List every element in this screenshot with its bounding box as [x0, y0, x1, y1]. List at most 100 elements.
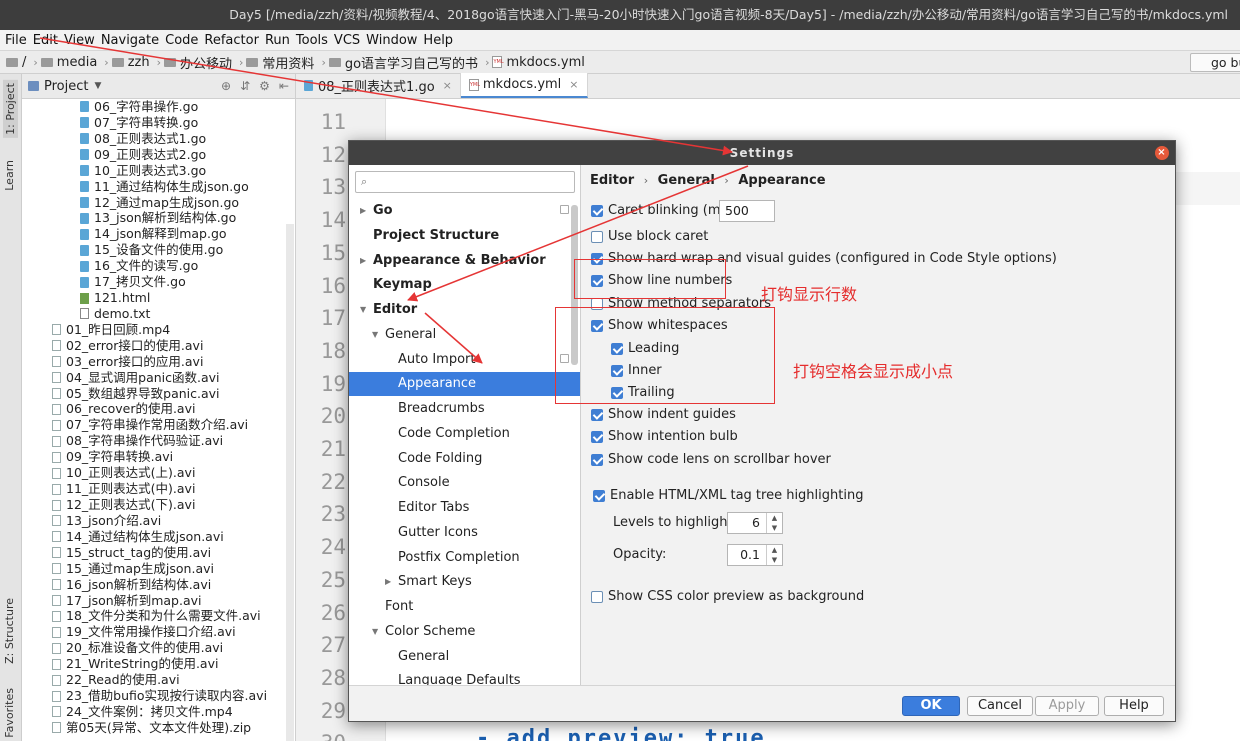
- settings-tree-item[interactable]: Auto Import: [349, 348, 580, 372]
- project-view-select[interactable]: Project: [44, 79, 88, 94]
- tree-item[interactable]: 04_显式调用panic函数.avi: [22, 370, 286, 386]
- tree-item[interactable]: 24_文件案例：拷贝文件.mp4: [22, 704, 286, 720]
- crumb-zzh[interactable]: zzh: [111, 55, 150, 70]
- settings-tree-item[interactable]: Breadcrumbs: [349, 397, 580, 421]
- checkbox[interactable]: [591, 204, 603, 217]
- menu-run[interactable]: Run: [264, 33, 295, 48]
- checkbox[interactable]: [593, 489, 605, 502]
- settings-tree-item[interactable]: General: [349, 645, 580, 669]
- chevron-down-icon[interactable]: ▼: [94, 81, 101, 91]
- tree-item[interactable]: 02_error接口的使用.avi: [22, 338, 286, 354]
- checkbox[interactable]: [591, 408, 603, 421]
- crumb-book[interactable]: go语言学习自己写的书: [328, 53, 478, 72]
- tree-item[interactable]: 13_json解析到结构体.go: [22, 210, 286, 226]
- settings-tree-item[interactable]: Project Structure: [349, 224, 580, 248]
- code-lens-option[interactable]: Show code lens on scrollbar hover: [591, 452, 831, 467]
- chevron-right-icon[interactable]: ▶: [360, 199, 366, 223]
- tree-item[interactable]: 11_通过结构体生成json.go: [22, 179, 286, 195]
- chevron-down-icon[interactable]: ▼: [360, 298, 366, 322]
- tree-item[interactable]: 16_json解析到结构体.avi: [22, 577, 286, 593]
- tree-item[interactable]: 03_error接口的应用.avi: [22, 354, 286, 370]
- crumb-root[interactable]: /: [6, 55, 26, 70]
- tree-item[interactable]: 15_设备文件的使用.go: [22, 242, 286, 258]
- settings-tree-item[interactable]: Appearance: [349, 372, 580, 397]
- tree-item[interactable]: 17_拷贝文件.go: [22, 274, 286, 290]
- indent-guides-option[interactable]: Show indent guides: [591, 407, 736, 422]
- settings-tree-item[interactable]: Code Completion: [349, 422, 580, 446]
- tree-item[interactable]: 06_recover的使用.avi: [22, 401, 286, 418]
- tree-item[interactable]: 09_字符串转换.avi: [22, 449, 286, 465]
- menu-refactor[interactable]: Refactor: [203, 33, 264, 48]
- settings-tree-item[interactable]: Postfix Completion: [349, 546, 580, 570]
- tree-item[interactable]: 20_标准设备文件的使用.avi: [22, 640, 286, 656]
- tree-item[interactable]: 08_正则表达式1.go: [22, 131, 286, 147]
- menu-file[interactable]: File: [4, 33, 32, 48]
- tree-item[interactable]: 15_struct_tag的使用.avi: [22, 545, 286, 561]
- css-color-option[interactable]: Show CSS color preview as background: [591, 589, 864, 604]
- tree-item[interactable]: 14_通过结构体生成json.avi: [22, 529, 286, 545]
- tree-item[interactable]: 10_正则表达式3.go: [22, 163, 286, 179]
- tree-item[interactable]: 121.html: [22, 290, 286, 306]
- settings-search-input[interactable]: ⌕: [355, 171, 575, 193]
- settings-tree-item[interactable]: Font: [349, 595, 580, 619]
- hide-icon[interactable]: ⇤: [279, 79, 289, 93]
- tree-item[interactable]: 07_字符串操作常用函数介绍.avi: [22, 417, 286, 433]
- menu-window[interactable]: Window: [365, 33, 422, 48]
- close-icon[interactable]: ×: [569, 78, 578, 91]
- settings-tree-item[interactable]: ▼ General: [349, 323, 580, 347]
- settings-tree-item[interactable]: Editor Tabs: [349, 496, 580, 520]
- help-button[interactable]: Help: [1104, 696, 1164, 716]
- chevron-right-icon[interactable]: ▶: [385, 570, 391, 594]
- checkbox[interactable]: [591, 430, 603, 443]
- tree-item[interactable]: 07_字符串转换.go: [22, 115, 286, 131]
- tree-item[interactable]: 06_字符串操作.go: [22, 99, 286, 115]
- run-configuration-select[interactable]: go bui: [1190, 53, 1240, 72]
- tree-item[interactable]: 15_通过map生成json.avi: [22, 561, 286, 577]
- settings-tree-item[interactable]: ▶ Appearance & Behavior: [349, 249, 580, 273]
- checkbox[interactable]: [591, 230, 603, 243]
- tree-item[interactable]: 第05天(异常、文本文件处理).zip: [22, 720, 286, 736]
- tree-item[interactable]: 12_通过map生成json.go: [22, 195, 286, 211]
- settings-tree-item[interactable]: Keymap: [349, 273, 580, 297]
- tree-item[interactable]: 17_json解析到map.avi: [22, 593, 286, 609]
- spinner-arrows-icon[interactable]: ▲ ▼: [766, 545, 782, 565]
- gear-icon[interactable]: ⚙: [259, 79, 270, 93]
- menu-code[interactable]: Code: [164, 33, 203, 48]
- opacity-spinner[interactable]: 0.1 ▲ ▼: [727, 544, 783, 566]
- settings-tree-item[interactable]: Gutter Icons: [349, 521, 580, 545]
- tool-tab-project[interactable]: 1: Project: [3, 80, 18, 138]
- project-scrollbar[interactable]: [286, 224, 294, 741]
- crumb-office[interactable]: 办公移动: [164, 53, 232, 72]
- caret-blinking-field[interactable]: 500: [719, 200, 775, 222]
- settings-tree-item[interactable]: ▼ Color Scheme: [349, 620, 580, 644]
- block-caret-option[interactable]: Use block caret: [591, 229, 708, 244]
- tab-mkdocs-yml[interactable]: YML mkdocs.yml ×: [460, 73, 588, 98]
- collapse-all-icon[interactable]: ⇵: [240, 79, 250, 93]
- tree-item[interactable]: 14_json解释到map.go: [22, 226, 286, 242]
- locate-icon[interactable]: ⊕: [221, 79, 231, 93]
- cancel-button[interactable]: Cancel: [967, 696, 1033, 716]
- apply-button[interactable]: Apply: [1035, 696, 1099, 716]
- crumb-common[interactable]: 常用资料: [246, 53, 314, 72]
- tree-item[interactable]: 12_正则表达式(下).avi: [22, 497, 286, 513]
- close-icon[interactable]: ×: [443, 79, 452, 92]
- code-fragment[interactable]: - add_preview: true: [476, 726, 766, 741]
- settings-tree-item[interactable]: Language Defaults: [349, 669, 580, 685]
- tree-item[interactable]: 18_文件分类和为什么需要文件.avi: [22, 608, 286, 625]
- crumb-media[interactable]: media: [40, 55, 97, 70]
- tree-item[interactable]: 01_昨日回顾.mp4: [22, 322, 286, 338]
- tab-go-file[interactable]: 08_正则表达式1.go ×: [296, 73, 461, 98]
- tree-item[interactable]: 13_json介绍.avi: [22, 513, 286, 529]
- ok-button[interactable]: OK: [902, 696, 960, 716]
- close-icon[interactable]: ×: [1155, 146, 1169, 160]
- tree-item[interactable]: 22_Read的使用.avi: [22, 672, 286, 688]
- tree-item[interactable]: 09_正则表达式2.go: [22, 147, 286, 163]
- crumb-file[interactable]: YML mkdocs.yml: [492, 55, 585, 70]
- tag-tree-option[interactable]: Enable HTML/XML tag tree highlighting: [593, 488, 863, 503]
- levels-spinner[interactable]: 6 ▲ ▼: [727, 512, 783, 534]
- settings-tree-item[interactable]: Console: [349, 471, 580, 495]
- chevron-right-icon[interactable]: ▶: [360, 249, 366, 273]
- settings-tree-item[interactable]: Code Folding: [349, 447, 580, 471]
- tree-item[interactable]: 10_正则表达式(上).avi: [22, 465, 286, 481]
- menu-vcs[interactable]: VCS: [333, 33, 365, 48]
